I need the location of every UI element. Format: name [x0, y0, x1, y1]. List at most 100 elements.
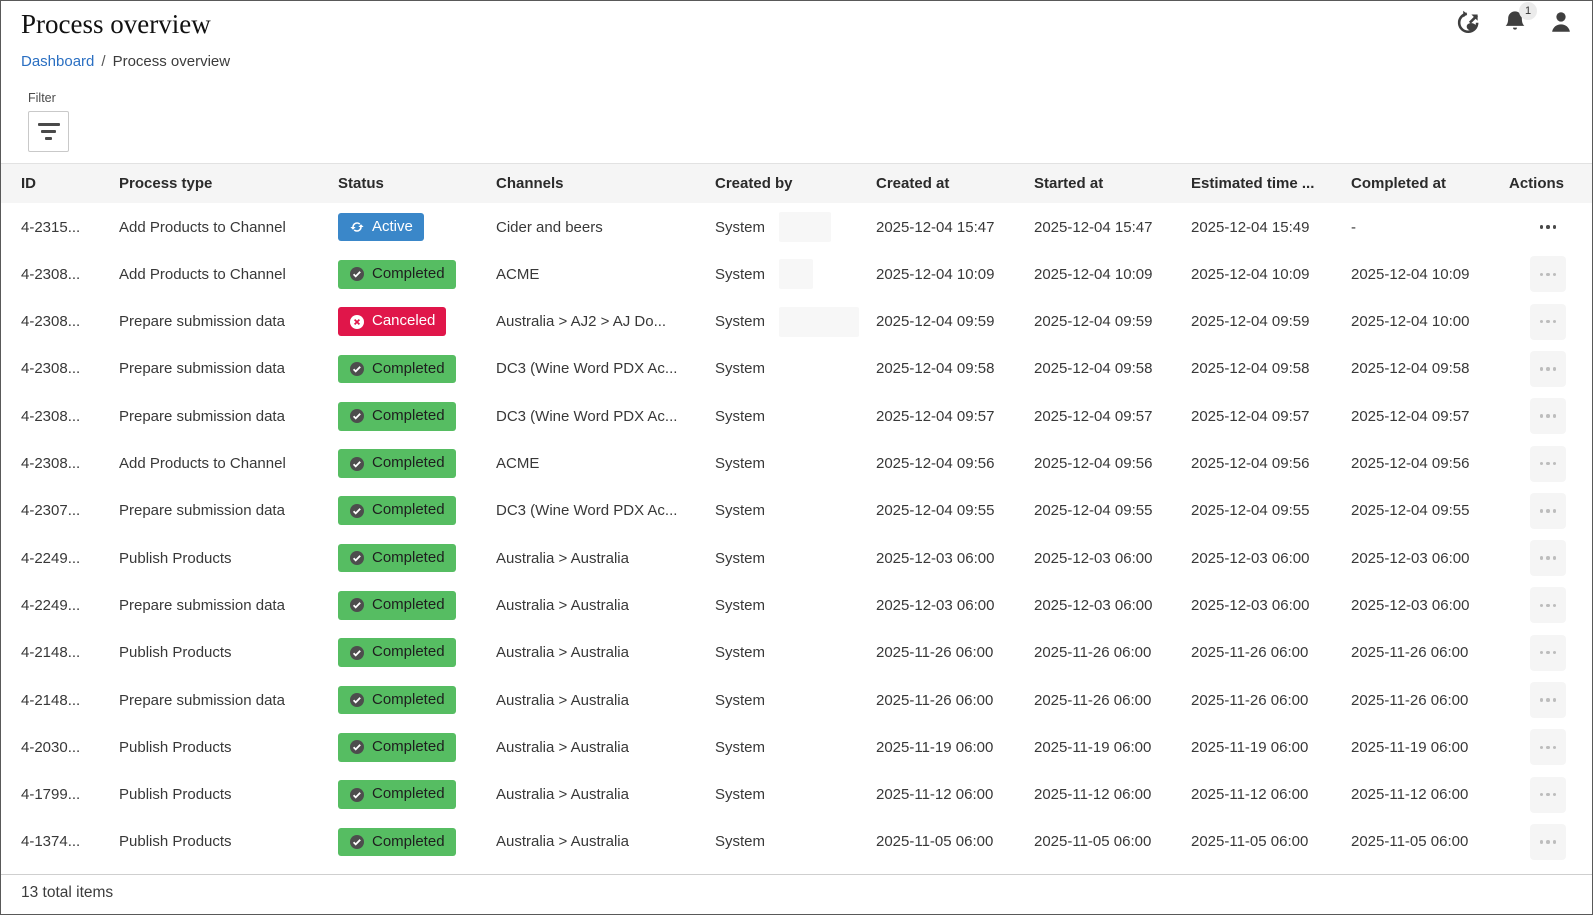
check-circle-icon	[349, 787, 365, 803]
cell-channels: ACME	[496, 455, 715, 472]
cell-channels: DC3 (Wine Word PDX Ac...	[496, 408, 715, 425]
check-circle-icon	[349, 408, 365, 424]
row-actions-button[interactable]	[1530, 351, 1566, 387]
row-actions-button[interactable]	[1530, 304, 1566, 340]
cell-status: Canceled	[338, 307, 496, 336]
row-actions-button[interactable]	[1530, 209, 1566, 245]
cell-created-by: System	[715, 259, 876, 289]
cell-created-by: System	[715, 550, 876, 567]
status-badge: Completed	[338, 449, 456, 478]
process-table: IDProcess typeStatusChannelsCreated byCr…	[1, 163, 1592, 914]
cell-estimated-time: 2025-12-04 15:49	[1191, 219, 1351, 236]
column-header-created-at: Created at	[876, 175, 1034, 192]
cell-created-at: 2025-12-04 10:09	[876, 266, 1034, 283]
loading-placeholder	[779, 307, 859, 337]
status-badge: Completed	[338, 780, 456, 809]
cell-process-type: Add Products to Channel	[119, 455, 338, 472]
cell-estimated-time: 2025-12-04 09:56	[1191, 455, 1351, 472]
cell-channels: Australia > AJ2 > AJ Do...	[496, 313, 715, 330]
cell-completed-at: 2025-12-03 06:00	[1351, 550, 1509, 567]
status-badge: Completed	[338, 496, 456, 525]
cell-channels: Australia > Australia	[496, 739, 715, 756]
cell-created-at: 2025-12-04 09:55	[876, 502, 1034, 519]
cell-estimated-time: 2025-11-26 06:00	[1191, 692, 1351, 709]
cell-actions	[1509, 682, 1572, 718]
notifications-bell-icon[interactable]: 1	[1502, 9, 1528, 35]
cell-channels: Australia > Australia	[496, 597, 715, 614]
check-circle-icon	[349, 550, 365, 566]
status-badge: Completed	[338, 402, 456, 431]
cell-actions	[1509, 587, 1572, 623]
cell-completed-at: 2025-11-12 06:00	[1351, 786, 1509, 803]
cell-created-at: 2025-11-05 06:00	[876, 833, 1034, 850]
row-actions-button[interactable]	[1530, 398, 1566, 434]
status-badge: Completed	[338, 638, 456, 667]
cell-status: Completed	[338, 544, 496, 573]
cell-actions	[1509, 209, 1572, 245]
cell-id: 4-2148...	[21, 644, 119, 661]
cell-created-at: 2025-12-03 06:00	[876, 550, 1034, 567]
cell-actions	[1509, 777, 1572, 813]
cell-status: Completed	[338, 780, 496, 809]
user-avatar-icon[interactable]	[1548, 9, 1574, 35]
cell-process-type: Publish Products	[119, 786, 338, 803]
row-actions-button[interactable]	[1530, 635, 1566, 671]
cell-process-type: Prepare submission data	[119, 502, 338, 519]
status-badge: Completed	[338, 686, 456, 715]
breadcrumb-dashboard-link[interactable]: Dashboard	[21, 53, 94, 70]
process-sync-icon[interactable]	[1455, 9, 1482, 36]
table-row: 4-2249... Publish Products Completed Aus…	[1, 534, 1592, 581]
filter-section: Filter	[1, 70, 1592, 152]
cell-channels: Australia > Australia	[496, 550, 715, 567]
cell-estimated-time: 2025-12-03 06:00	[1191, 550, 1351, 567]
row-actions-button[interactable]	[1530, 777, 1566, 813]
column-header-estimated-time: Estimated time ...	[1191, 175, 1351, 192]
cell-created-by: System	[715, 644, 876, 661]
row-actions-button[interactable]	[1530, 682, 1566, 718]
column-header-actions: Actions	[1509, 175, 1572, 192]
loading-placeholder	[779, 212, 831, 242]
cell-created-by: System	[715, 786, 876, 803]
cell-estimated-time: 2025-12-04 09:59	[1191, 313, 1351, 330]
cell-actions	[1509, 493, 1572, 529]
cell-started-at: 2025-12-04 09:59	[1034, 313, 1191, 330]
table-body: 4-2315... Add Products to Channel Active…	[1, 203, 1592, 865]
cell-created-at: 2025-12-04 09:59	[876, 313, 1034, 330]
table-footer: 13 total items	[1, 874, 1592, 914]
column-header-channels: Channels	[496, 175, 715, 192]
row-actions-button[interactable]	[1530, 824, 1566, 860]
cell-created-by: System	[715, 455, 876, 472]
cell-process-type: Prepare submission data	[119, 313, 338, 330]
cell-started-at: 2025-12-04 15:47	[1034, 219, 1191, 236]
cell-status: Completed	[338, 733, 496, 762]
row-actions-button[interactable]	[1530, 493, 1566, 529]
cell-id: 4-1374...	[21, 833, 119, 850]
row-actions-button[interactable]	[1530, 446, 1566, 482]
column-header-status: Status	[338, 175, 496, 192]
cell-created-at: 2025-11-26 06:00	[876, 644, 1034, 661]
status-badge: Completed	[338, 591, 456, 620]
row-actions-button[interactable]	[1530, 256, 1566, 292]
row-actions-button[interactable]	[1530, 729, 1566, 765]
check-circle-icon	[349, 834, 365, 850]
cell-actions	[1509, 351, 1572, 387]
cell-created-at: 2025-12-04 15:47	[876, 219, 1034, 236]
cell-channels: Australia > Australia	[496, 692, 715, 709]
filter-button[interactable]	[28, 111, 69, 152]
cell-id: 4-2307...	[21, 502, 119, 519]
cell-started-at: 2025-11-05 06:00	[1034, 833, 1191, 850]
status-badge: Completed	[338, 260, 456, 289]
notification-count-badge: 1	[1519, 2, 1537, 20]
table-row: 4-2249... Prepare submission data Comple…	[1, 582, 1592, 629]
cell-completed-at: 2025-12-04 10:09	[1351, 266, 1509, 283]
column-header-process-type: Process type	[119, 175, 338, 192]
check-circle-icon	[349, 645, 365, 661]
row-actions-button[interactable]	[1530, 587, 1566, 623]
row-actions-button[interactable]	[1530, 540, 1566, 576]
cell-actions	[1509, 398, 1572, 434]
cell-status: Completed	[338, 828, 496, 857]
cell-created-by: System	[715, 360, 876, 377]
cell-channels: Australia > Australia	[496, 786, 715, 803]
cell-created-by: System	[715, 739, 876, 756]
cell-started-at: 2025-12-03 06:00	[1034, 597, 1191, 614]
